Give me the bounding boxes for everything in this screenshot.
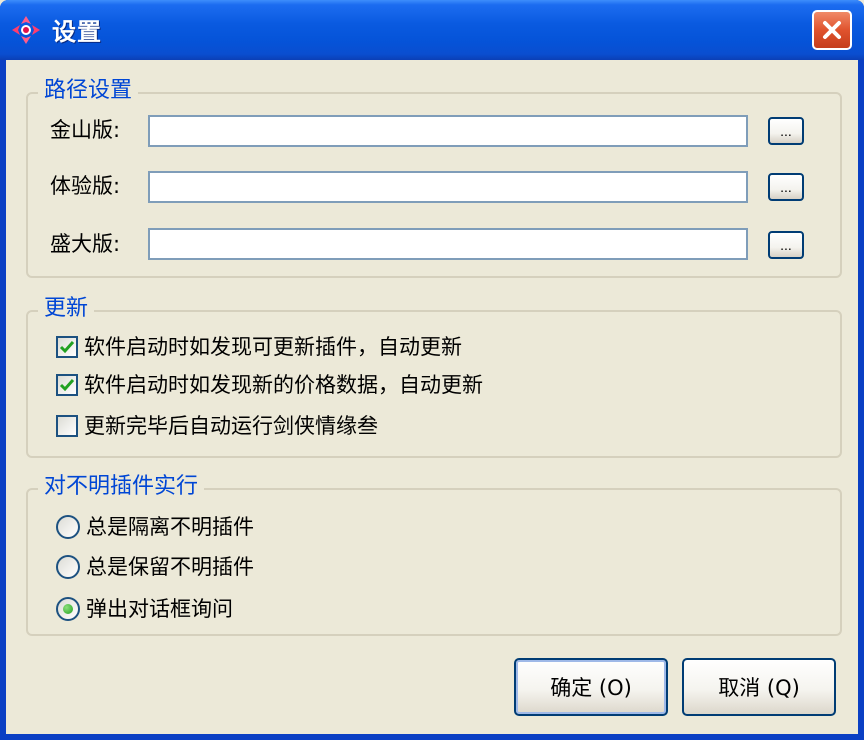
checkmark-icon — [59, 341, 75, 354]
window-title: 设置 — [52, 18, 102, 46]
auto-run-game-label: 更新完毕后自动运行剑侠情缘叁 — [84, 414, 378, 438]
auto-update-prices-option[interactable]: 软件启动时如发现新的价格数据，自动更新 — [56, 370, 483, 400]
path-label-shanda: 盛大版: — [50, 232, 121, 256]
auto-update-plugins-label: 软件启动时如发现可更新插件，自动更新 — [84, 335, 462, 359]
title-bar[interactable]: 设置 — [0, 0, 864, 60]
ask-dialog-radio[interactable] — [56, 597, 80, 621]
keep-plugins-label: 总是保留不明插件 — [86, 555, 254, 579]
path-input-experience[interactable] — [148, 171, 748, 203]
radio-selected-dot — [63, 604, 73, 614]
browse-button-kingsoft[interactable]: ... — [768, 117, 804, 145]
path-label-experience: 体验版: — [50, 174, 121, 198]
auto-run-game-option[interactable]: 更新完毕后自动运行剑侠情缘叁 — [56, 411, 378, 441]
close-button[interactable] — [812, 10, 852, 50]
browse-button-shanda[interactable]: ... — [768, 231, 804, 259]
cancel-button[interactable]: 取消 (Q) — [682, 658, 836, 716]
checkmark-icon — [59, 379, 75, 392]
keep-plugins-radio[interactable] — [56, 555, 80, 579]
path-input-shanda[interactable] — [148, 228, 748, 260]
app-logo-icon — [12, 16, 40, 44]
path-label-kingsoft: 金山版: — [50, 118, 121, 142]
browse-button-experience[interactable]: ... — [768, 173, 804, 201]
ask-dialog-label: 弹出对话框询问 — [86, 597, 233, 621]
ask-dialog-option[interactable]: 弹出对话框询问 — [56, 594, 233, 624]
path-input-kingsoft[interactable] — [148, 115, 748, 147]
close-icon — [823, 21, 841, 39]
auto-update-prices-checkbox[interactable] — [56, 374, 78, 396]
isolate-plugins-radio[interactable] — [56, 515, 80, 539]
auto-update-plugins-option[interactable]: 软件启动时如发现可更新插件，自动更新 — [56, 332, 462, 362]
isolate-plugins-label: 总是隔离不明插件 — [86, 515, 254, 539]
unknown-plugins-title: 对不明插件实行 — [38, 472, 205, 502]
keep-plugins-option[interactable]: 总是保留不明插件 — [56, 552, 254, 582]
ok-button[interactable]: 确定 (O) — [514, 658, 668, 716]
auto-update-prices-label: 软件启动时如发现新的价格数据，自动更新 — [84, 373, 483, 397]
auto-run-game-checkbox[interactable] — [56, 415, 78, 437]
auto-update-plugins-checkbox[interactable] — [56, 336, 78, 358]
settings-dialog: 设置 路径设置 金山版: ... 体验版: ... 盛大版: ... 更新 软件… — [0, 0, 864, 740]
dialog-client-area: 路径设置 金山版: ... 体验版: ... 盛大版: ... 更新 软件启动时… — [6, 60, 858, 734]
update-title: 更新 — [38, 294, 95, 324]
path-settings-title: 路径设置 — [38, 76, 139, 106]
isolate-plugins-option[interactable]: 总是隔离不明插件 — [56, 512, 254, 542]
